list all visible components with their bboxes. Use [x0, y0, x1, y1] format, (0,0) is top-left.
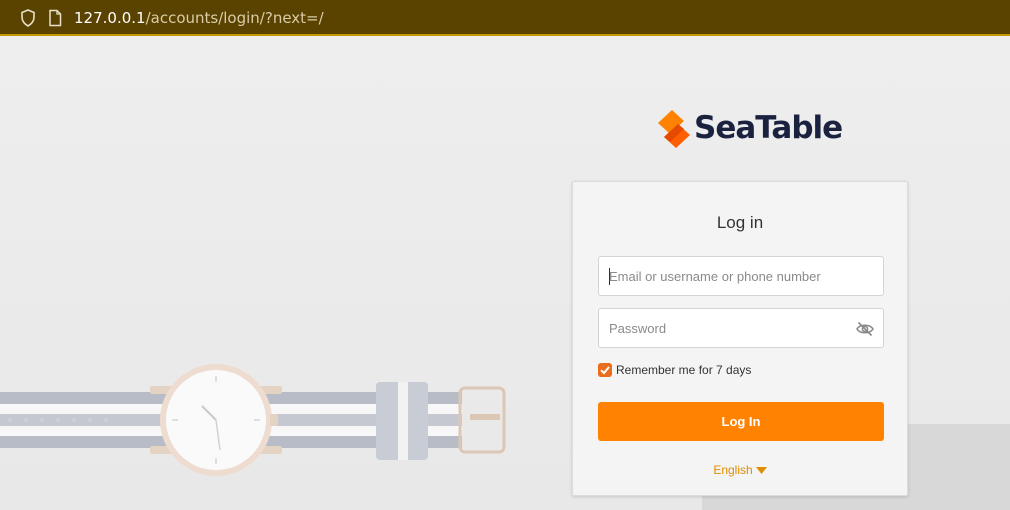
url-path: /accounts/login/?next=/ [145, 9, 324, 27]
password-field-wrapper [598, 308, 884, 348]
eye-off-icon[interactable] [856, 321, 874, 337]
remember-checkbox[interactable] [598, 363, 612, 377]
email-input[interactable] [599, 257, 883, 295]
url-host: 127.0.0.1 [74, 9, 146, 27]
browser-address-bar[interactable]: 127.0.0.1/accounts/login/?next=/ [0, 0, 1010, 36]
remember-label[interactable]: Remember me for 7 days [616, 363, 751, 378]
caret-down-icon[interactable] [755, 467, 767, 475]
shield-icon[interactable] [20, 9, 36, 27]
password-input[interactable] [599, 309, 883, 347]
page-icon [49, 9, 62, 27]
url-text[interactable]: 127.0.0.1/accounts/login/?next=/ [74, 9, 324, 27]
login-card: Log in Remember me for 7 days Log In Eng… [572, 181, 908, 496]
text-cursor [609, 268, 610, 285]
login-button[interactable]: Log In [598, 402, 884, 441]
language-selector[interactable]: English [573, 463, 907, 477]
language-label[interactable]: English [713, 463, 752, 477]
login-title: Log in [716, 213, 764, 232]
email-field-wrapper [598, 256, 884, 296]
seatable-logo: SeaTable [658, 108, 843, 150]
watch-image [0, 364, 506, 476]
seatable-logo-icon [658, 110, 690, 148]
brand-name: SeaTable [694, 110, 843, 146]
